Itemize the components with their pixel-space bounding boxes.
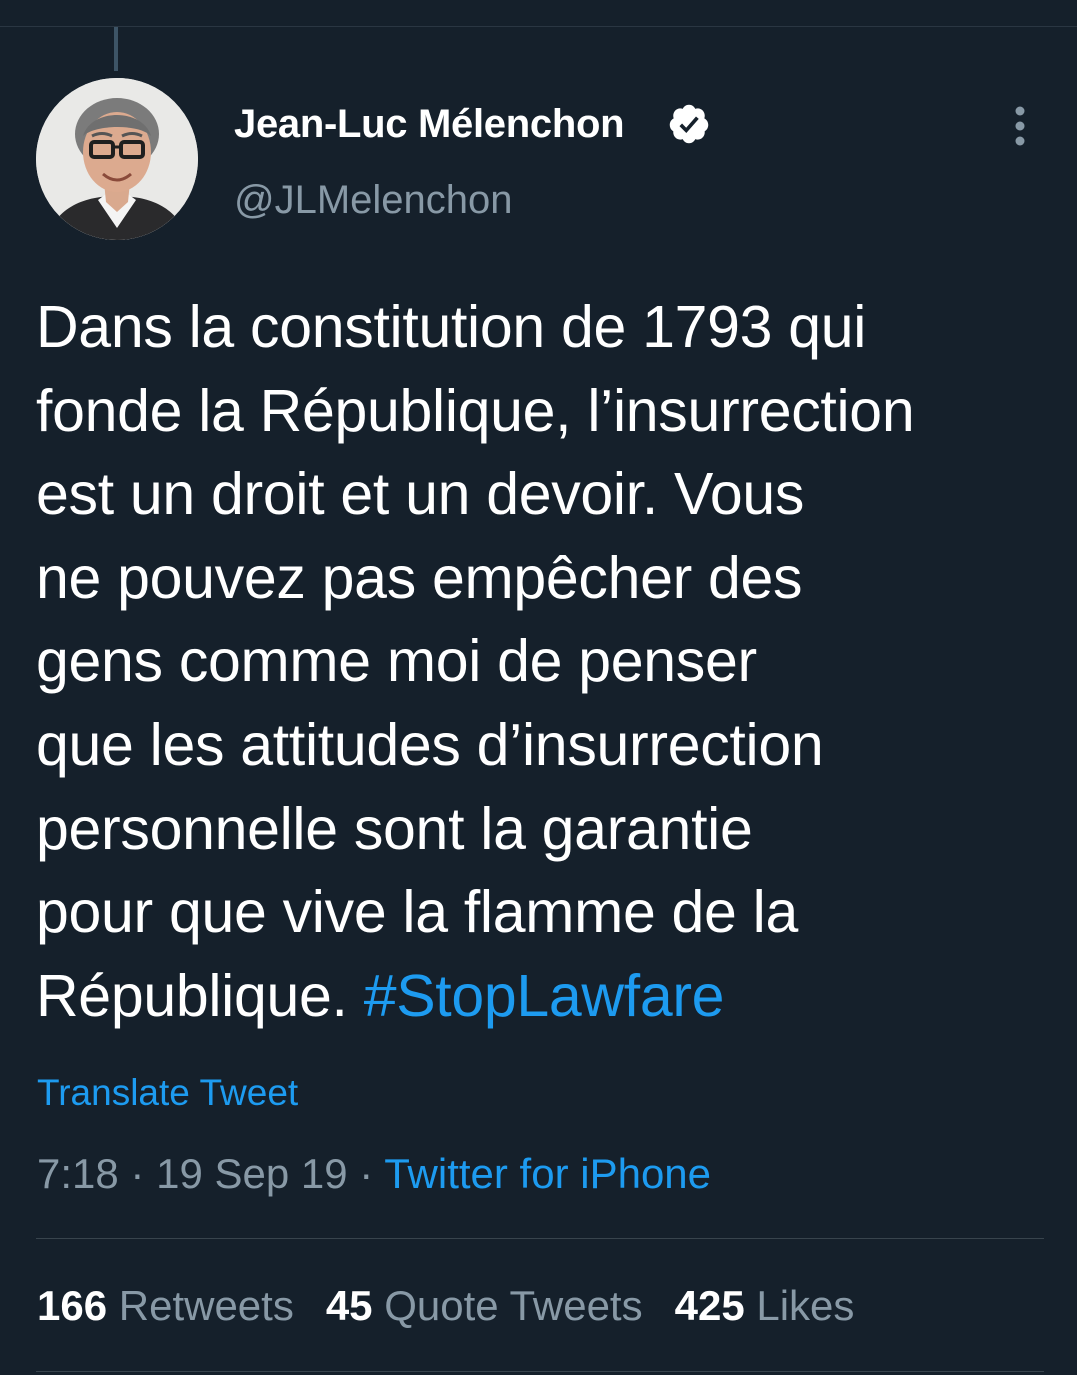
tweet-meta: 7:18 · 19 Sep 19 · Twitter for iPhone — [37, 1148, 711, 1200]
tweet-time: 7:18 — [37, 1150, 119, 1197]
hashtag-link[interactable]: #StopLawfare — [364, 963, 725, 1029]
quote-tweets-label: Quote Tweets — [384, 1282, 643, 1329]
tweet-text-line: personnelle sont la garantie — [36, 795, 753, 862]
stats-divider — [36, 1238, 1044, 1239]
thread-connector-line — [114, 27, 118, 71]
tweet-date: 19 Sep 19 — [156, 1150, 348, 1197]
tweet-text-line: gens comme moi de penser — [36, 628, 757, 695]
tweet-source-link[interactable]: Twitter for iPhone — [384, 1150, 711, 1197]
tweet-stats: 166 Retweets 45 Quote Tweets 425 Likes — [37, 1279, 886, 1333]
tweet-text-line: que les attitudes d’insurrection — [36, 711, 824, 778]
tweet-text: Dans la constitution de 1793 qui fonde l… — [36, 286, 1056, 1038]
tweet-text-line: fonde la République, l’insurrection — [36, 377, 915, 444]
profile-photo-icon — [36, 78, 198, 240]
verified-badge-icon — [669, 104, 709, 144]
tweet-text-line: pour que vive la flamme de la — [36, 879, 798, 946]
tweet-text-last-line: République. #StopLawfare — [36, 955, 1056, 1039]
retweets-count: 166 — [37, 1282, 108, 1329]
tweet-text-line: ne pouvez pas empêcher des — [36, 544, 803, 611]
display-name[interactable]: Jean-Luc Mélenchon — [234, 96, 625, 152]
tweet-text-fragment: République. — [36, 962, 348, 1029]
likes-label: Likes — [756, 1282, 855, 1329]
likes-count: 425 — [674, 1282, 745, 1329]
tweet-text-line: Dans la constitution de 1793 qui — [36, 294, 867, 360]
meta-separator: · — [359, 1150, 374, 1197]
translate-tweet-link[interactable]: Translate Tweet — [37, 1070, 298, 1116]
quote-tweets-stat[interactable]: 45 Quote Tweets — [326, 1279, 643, 1333]
retweets-stat[interactable]: 166 Retweets — [37, 1279, 294, 1333]
top-divider — [0, 26, 1077, 27]
quote-tweets-count: 45 — [325, 1282, 373, 1329]
retweets-label: Retweets — [118, 1282, 294, 1329]
meta-separator: · — [130, 1150, 145, 1197]
tweet-text-line: est un droit et un devoir. Vous — [36, 461, 805, 528]
stats-divider — [36, 1371, 1044, 1372]
more-options-icon[interactable] — [1004, 104, 1036, 148]
likes-stat[interactable]: 425 Likes — [675, 1279, 855, 1333]
user-handle[interactable]: @JLMelenchon — [234, 172, 513, 228]
avatar[interactable] — [36, 78, 198, 240]
